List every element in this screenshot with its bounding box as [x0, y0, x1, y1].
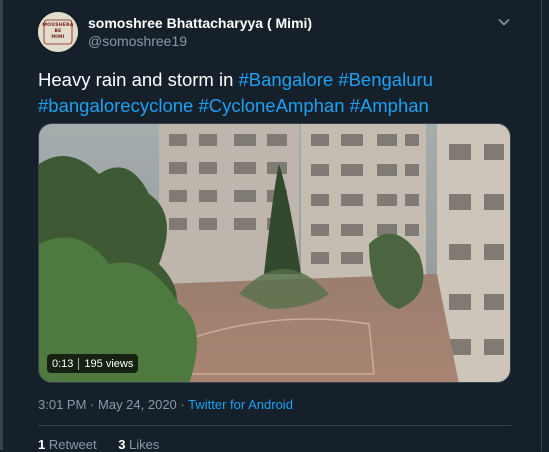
hashtag-link[interactable]: #Bangalore [239, 69, 334, 90]
left-border [0, 0, 3, 450]
hashtag-link[interactable]: #Bengaluru [338, 69, 433, 90]
video-frame [39, 124, 510, 382]
chevron-down-icon[interactable] [496, 14, 512, 30]
hashtag-link[interactable]: #bangalorecyclone [38, 95, 193, 116]
tweet-time[interactable]: 3:01 PM [38, 397, 86, 412]
meta-separator: · [90, 397, 95, 412]
tweet-card: MOUSHERA BE MIMI somoshree Bhattacharyya… [0, 0, 549, 452]
tweet-source-link[interactable]: Twitter for Android [188, 397, 293, 412]
tweet-text: Heavy rain and storm in #Bangalore #Beng… [38, 67, 518, 119]
avatar-line: MIMI [51, 35, 65, 40]
author-display-name[interactable]: somoshree Bhattacharyya ( Mimi) [88, 15, 312, 31]
meta-separator: · [180, 397, 185, 412]
hashtag-link[interactable]: #CycloneAmphan [198, 95, 344, 116]
divider [38, 425, 511, 426]
badge-separator [78, 357, 80, 370]
video-player[interactable]: 0:13 195 views [38, 123, 511, 383]
avatar[interactable]: MOUSHERA BE MIMI [38, 12, 78, 52]
video-views: 195 views [84, 357, 134, 370]
tweet-date[interactable]: May 24, 2020 [98, 397, 177, 412]
right-border [541, 0, 542, 450]
avatar-lettering: MOUSHERA BE MIMI [38, 12, 78, 52]
author-handle[interactable]: @somoshree19 [88, 33, 187, 49]
video-meta-badge: 0:13 195 views [47, 354, 139, 373]
tweet-timestamp: 3:01 PM · May 24, 2020 · Twitter for And… [38, 397, 293, 412]
video-duration: 0:13 [52, 357, 74, 370]
tweet-text-prefix: Heavy rain and storm in [38, 69, 239, 90]
hashtag-link[interactable]: #Amphan [350, 95, 429, 116]
